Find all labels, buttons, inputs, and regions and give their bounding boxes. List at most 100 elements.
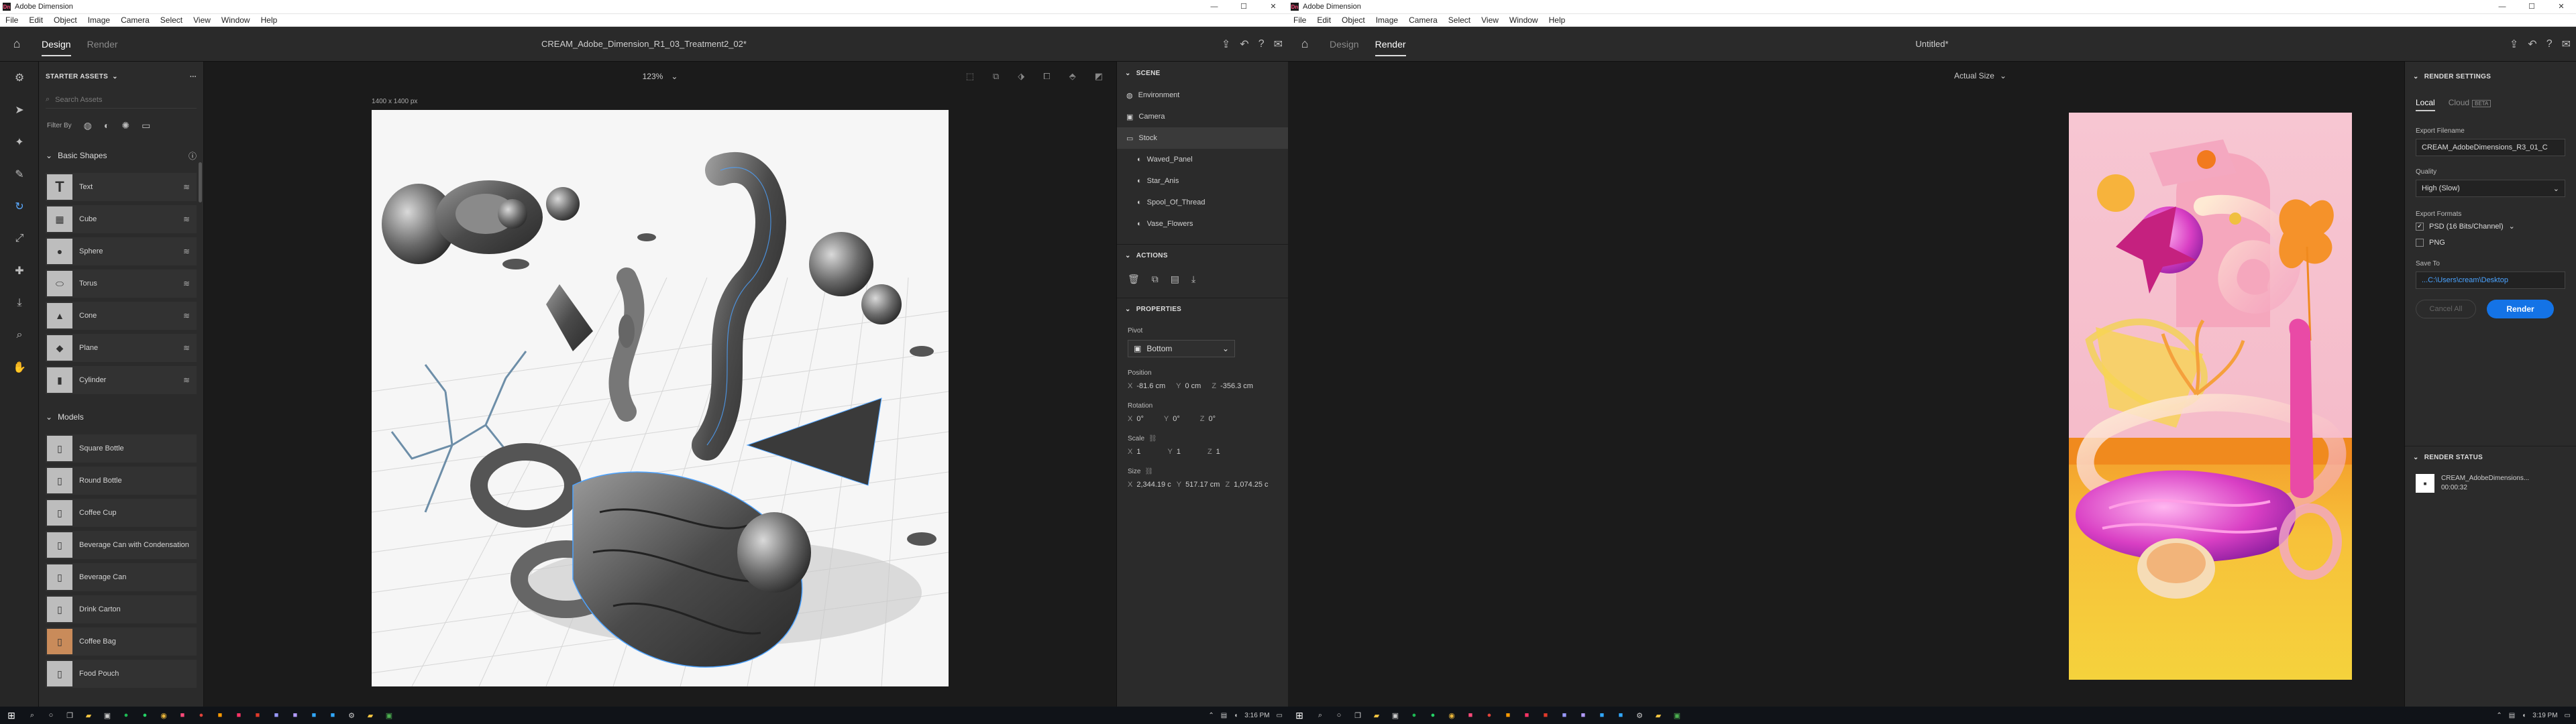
drop-to-ground-icon[interactable]: ⤓ <box>1191 274 1195 285</box>
asset-item-cylinder[interactable]: ▮ Cylinder ≋ <box>46 366 197 394</box>
aftereffects-icon[interactable]: ■ <box>286 711 305 719</box>
aftereffects-icon[interactable]: ■ <box>1574 711 1593 719</box>
menu-help[interactable]: Help <box>256 15 283 25</box>
export-filename-input[interactable]: CREAM_AdobeDimensions_R3_01_C <box>2416 139 2565 156</box>
magic-wand-icon[interactable]: ✦ <box>0 126 39 158</box>
group-icon[interactable]: ⧉ <box>993 71 999 82</box>
asset-item-cone[interactable]: ▲ Cone ≋ <box>46 302 197 330</box>
task-view-icon[interactable]: ❐ <box>60 711 79 720</box>
more-options-icon[interactable]: ⋯ <box>190 73 197 80</box>
menu-camera[interactable]: Camera <box>115 15 155 25</box>
chevron-down-icon[interactable]: ⌄ <box>1125 70 1131 77</box>
eyedropper-icon[interactable]: ✎ <box>0 158 39 190</box>
scene-item-stock[interactable]: ▭ Stock <box>1117 127 1288 149</box>
tab-render[interactable]: Render <box>1367 27 1414 62</box>
asset-item-cube[interactable]: ▦ Cube ≋ <box>46 205 197 233</box>
chevron-down-icon[interactable]: ⌄ <box>1125 252 1131 259</box>
quality-select[interactable]: High (Slow) ⌄ <box>2416 180 2565 197</box>
maximize-icon[interactable]: ☐ <box>2517 0 2546 13</box>
collapse-icon[interactable]: ⌄ <box>46 412 52 422</box>
select-tool-icon[interactable]: ➤ <box>0 94 39 126</box>
drop-to-ground-icon[interactable]: ⤓ <box>0 287 39 319</box>
menu-view[interactable]: View <box>1476 15 1504 25</box>
group-icon[interactable]: ▤ <box>1171 274 1179 285</box>
size-fields[interactable]: X 2,344.19 c Y 517.17 cm Z 1,074.25 c <box>1117 475 1288 494</box>
tray-arrow-icon[interactable]: ⌃ <box>1208 712 1214 719</box>
illustrator-icon[interactable]: ■ <box>211 711 229 719</box>
rotation-x[interactable]: 0° <box>1136 415 1144 423</box>
indesign-icon[interactable]: ■ <box>1517 711 1536 719</box>
clock[interactable]: 3:16 PM <box>1244 712 1269 719</box>
scale-z[interactable]: 1 <box>1216 448 1220 456</box>
menu-file[interactable]: File <box>1288 15 1311 25</box>
orbit-tool-icon[interactable]: ↻ <box>0 190 39 223</box>
render-status-header[interactable]: RENDER STATUS <box>2424 454 2483 461</box>
align-icon[interactable]: ⬗ <box>1018 71 1024 82</box>
assets-scrollbar[interactable] <box>199 162 202 202</box>
asset-item-beverage-can-condensation[interactable]: ▯ Beverage Can with Condensation <box>46 531 197 559</box>
search-icon[interactable]: ⌕ <box>1311 711 1330 720</box>
menu-edit[interactable]: Edit <box>23 15 48 25</box>
chevron-down-icon[interactable]: ⌄ <box>112 73 118 80</box>
cortana-icon[interactable]: ○ <box>1330 711 1348 719</box>
illustrator-icon[interactable]: ■ <box>1499 711 1517 719</box>
filter-materials-icon[interactable]: ◐ <box>104 120 109 131</box>
search-input[interactable]: Search Assets <box>55 96 102 104</box>
rotation-y[interactable]: 0° <box>1173 415 1180 423</box>
chrome-icon[interactable]: ◉ <box>1442 711 1461 720</box>
asset-item-food-pouch[interactable]: ▯ Food Pouch <box>46 660 197 688</box>
rotation-fields[interactable]: X 0° Y 0° Z 0° <box>1117 410 1288 428</box>
camera-bookmark-icon[interactable]: ⬚ <box>966 71 974 82</box>
task-view-icon[interactable]: ❐ <box>1348 711 1367 720</box>
tab-render[interactable]: Render <box>79 27 126 62</box>
artboard-viewport[interactable] <box>372 110 949 686</box>
scale-y[interactable]: 1 <box>1177 448 1181 456</box>
menu-window[interactable]: Window <box>1504 15 1544 25</box>
windows-start-icon[interactable]: ⊞ <box>0 710 23 721</box>
zoom-icon[interactable]: ⌕ <box>0 319 39 351</box>
scene-item-camera[interactable]: ▣ Camera <box>1117 106 1288 127</box>
feedback-icon[interactable]: ✉ <box>2562 38 2571 51</box>
tab-design[interactable]: Design <box>1322 27 1367 62</box>
asset-item-round-bottle[interactable]: ▯ Round Bottle <box>46 467 197 495</box>
pan-hand-icon[interactable]: ✋ <box>0 351 39 383</box>
close-icon[interactable]: ✕ <box>2546 0 2576 13</box>
menu-view[interactable]: View <box>188 15 216 25</box>
position-fields[interactable]: X -81.6 cm Y 0 cm Z -356.3 cm <box>1117 377 1288 396</box>
asset-item-square-bottle[interactable]: ▯ Square Bottle <box>46 434 197 463</box>
undo-icon[interactable]: ↶ <box>1240 38 1248 51</box>
lightroom-icon[interactable]: ■ <box>323 711 342 719</box>
asset-item-torus[interactable]: ⬭ Torus ≋ <box>46 269 197 298</box>
delete-icon[interactable]: 🗑 <box>1128 274 1140 285</box>
help-icon[interactable]: ? <box>2546 38 2553 50</box>
cortana-icon[interactable]: ○ <box>42 711 60 719</box>
transform-tool-icon[interactable]: ⤢ <box>0 223 39 255</box>
scene-item-vase-flowers[interactable]: ◐ Vase_Flowers <box>1117 213 1288 235</box>
scene-item-waved-panel[interactable]: ◐ Waved_Panel <box>1117 149 1288 170</box>
menu-object[interactable]: Object <box>48 15 83 25</box>
dimension-taskbar-icon[interactable]: ■ <box>173 711 192 719</box>
menu-select[interactable]: Select <box>155 15 188 25</box>
photoshop-icon[interactable]: ■ <box>305 711 323 719</box>
menu-edit[interactable]: Edit <box>1311 15 1336 25</box>
size-x[interactable]: 2,344.19 c <box>1136 481 1171 489</box>
link-icon[interactable]: ⛓ <box>1148 435 1157 442</box>
maximize-icon[interactable]: ☐ <box>1229 0 1258 13</box>
windows-start-icon[interactable]: ⊞ <box>1288 710 1311 721</box>
notification-icon[interactable]: ▭ <box>2565 712 2571 719</box>
terminal-icon[interactable]: ▣ <box>1668 711 1686 720</box>
design-canvas[interactable]: 123% ⌄ ⬚ ⧉ ⬗ ⧠ ⬘ ◩ 1400 x 1400 px <box>204 62 1116 707</box>
lightroom-icon[interactable]: ■ <box>1611 711 1630 719</box>
collapse-icon[interactable]: ⌄ <box>46 151 52 160</box>
undo-icon[interactable]: ↶ <box>2528 38 2536 51</box>
rotation-z[interactable]: 0° <box>1208 415 1216 423</box>
folder-icon[interactable]: ▰ <box>361 711 380 720</box>
menu-camera[interactable]: Camera <box>1403 15 1443 25</box>
feedback-icon[interactable]: ✉ <box>1274 38 1283 51</box>
file-explorer-icon[interactable]: ▰ <box>1367 711 1386 720</box>
search-icon[interactable]: ⌕ <box>23 711 42 720</box>
menu-select[interactable]: Select <box>1443 15 1476 25</box>
home-icon[interactable]: ⌂ <box>1288 27 1322 62</box>
settings-gear-icon[interactable]: ⚙ <box>0 62 39 94</box>
notification-icon[interactable]: ▭ <box>1277 712 1283 719</box>
